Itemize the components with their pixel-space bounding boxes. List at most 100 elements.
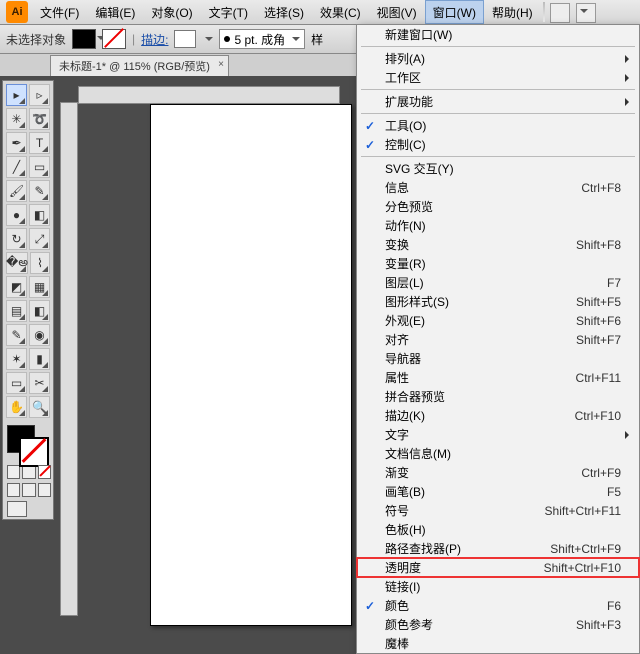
menu-item[interactable]: ✓控制(C): [357, 135, 639, 154]
stroke-color[interactable]: [19, 437, 49, 467]
gradient-mode[interactable]: [22, 465, 35, 479]
fill-stroke-control[interactable]: [5, 423, 49, 463]
menu-item[interactable]: 拼合器预览: [357, 387, 639, 406]
menu-item-shortcut: Ctrl+F10: [575, 409, 621, 423]
menu-item-label: 导航器: [385, 350, 421, 367]
stroke-swatch[interactable]: [102, 29, 126, 49]
draw-behind[interactable]: [22, 483, 35, 497]
graph-tool[interactable]: ▮: [29, 348, 50, 370]
menu-item[interactable]: 属性Ctrl+F11: [357, 368, 639, 387]
screen-mode[interactable]: [7, 501, 27, 517]
menu-item-label: 图形样式(S): [385, 293, 449, 310]
menu-item[interactable]: 色板(H): [357, 520, 639, 539]
menu-item[interactable]: 新建窗口(W): [357, 25, 639, 44]
menu-item[interactable]: 文字: [357, 425, 639, 444]
menu-item[interactable]: 文档信息(M): [357, 444, 639, 463]
direct-select-tool[interactable]: ▹: [29, 84, 50, 106]
menu-item[interactable]: SVG 交互(Y): [357, 159, 639, 178]
zoom-tool[interactable]: 🔍: [29, 396, 50, 418]
paintbrush-tool[interactable]: 🖌: [6, 180, 27, 202]
fill-swatch[interactable]: [72, 29, 96, 49]
magic-wand-tool[interactable]: ✳: [6, 108, 27, 130]
menu-item-shortcut: Shift+Ctrl+F11: [545, 504, 621, 518]
menu-item[interactable]: 导航器: [357, 349, 639, 368]
scale-tool[interactable]: ⤢: [29, 228, 50, 250]
menu-item[interactable]: ✓工具(O): [357, 116, 639, 135]
menu-item-label: 工作区: [385, 69, 421, 86]
menu-item[interactable]: 排列(A): [357, 49, 639, 68]
lasso-tool[interactable]: ➰: [29, 108, 50, 130]
line-tool[interactable]: ╱: [6, 156, 27, 178]
draw-inside[interactable]: [38, 483, 51, 497]
none-mode[interactable]: [38, 465, 51, 479]
ruler-horizontal: [78, 86, 340, 104]
menu-item[interactable]: 扩展功能: [357, 92, 639, 111]
menubar-item[interactable]: 文件(F): [32, 0, 87, 24]
bridge-icon[interactable]: [550, 3, 570, 23]
artboard-tool[interactable]: ▭: [6, 372, 27, 394]
menu-item[interactable]: 魔棒: [357, 634, 639, 653]
menu-item-label: 颜色: [385, 597, 409, 614]
menubar-item[interactable]: 视图(V): [369, 0, 425, 24]
menu-item[interactable]: 外观(E)Shift+F6: [357, 311, 639, 330]
symbol-spray-tool[interactable]: ✶: [6, 348, 27, 370]
menu-item[interactable]: 工作区: [357, 68, 639, 87]
menu-item[interactable]: 画笔(B)F5: [357, 482, 639, 501]
menu-item-shortcut: Shift+F3: [576, 618, 621, 632]
menu-item[interactable]: 变换Shift+F8: [357, 235, 639, 254]
slice-tool[interactable]: ✂: [29, 372, 50, 394]
menu-item[interactable]: 链接(I): [357, 577, 639, 596]
menu-item[interactable]: 变量(R): [357, 254, 639, 273]
menubar-item[interactable]: 效果(C): [312, 0, 369, 24]
eraser-tool[interactable]: ◧: [29, 204, 50, 226]
menu-item[interactable]: ✓颜色F6: [357, 596, 639, 615]
menubar-item[interactable]: 帮助(H): [484, 0, 541, 24]
gradient-tool[interactable]: ◧: [29, 300, 50, 322]
menubar-item[interactable]: 编辑(E): [87, 0, 143, 24]
shape-builder-tool[interactable]: ◩: [6, 276, 27, 298]
perspective-tool[interactable]: ▦: [29, 276, 50, 298]
close-icon[interactable]: ×: [218, 59, 224, 70]
document-tab[interactable]: 未标题-1* @ 115% (RGB/预览) ×: [50, 55, 229, 76]
menu-item[interactable]: 透明度Shift+Ctrl+F10: [357, 558, 639, 577]
menu-item[interactable]: 颜色参考Shift+F3: [357, 615, 639, 634]
mesh-tool[interactable]: ▤: [6, 300, 27, 322]
menu-item[interactable]: 信息Ctrl+F8: [357, 178, 639, 197]
draw-normal[interactable]: [7, 483, 20, 497]
menu-item[interactable]: 分色预览: [357, 197, 639, 216]
brush-preset[interactable]: 5 pt. 成角: [219, 29, 305, 49]
menu-item[interactable]: 路径查找器(P)Shift+Ctrl+F9: [357, 539, 639, 558]
blend-tool[interactable]: ◉: [29, 324, 50, 346]
selection-tool[interactable]: ▸: [6, 84, 27, 106]
menubar-item[interactable]: 选择(S): [256, 0, 312, 24]
menu-item[interactable]: 图层(L)F7: [357, 273, 639, 292]
hand-tool[interactable]: ✋: [6, 396, 27, 418]
warp-tool[interactable]: ⌇: [30, 252, 50, 274]
pen-tool[interactable]: ✒: [6, 132, 27, 154]
stroke-link[interactable]: 描边:: [141, 31, 168, 48]
stroke-weight-input[interactable]: [174, 30, 196, 48]
rotate-tool[interactable]: ↻: [6, 228, 27, 250]
chevron-down-icon[interactable]: [205, 37, 213, 45]
menu-item[interactable]: 符号Shift+Ctrl+F11: [357, 501, 639, 520]
artboard[interactable]: [150, 104, 352, 626]
menubar-item[interactable]: 窗口(W): [425, 0, 484, 24]
arrange-icon[interactable]: [576, 3, 596, 23]
menu-item[interactable]: 对齐Shift+F7: [357, 330, 639, 349]
menubar-item[interactable]: 文字(T): [201, 0, 256, 24]
app-icon: Ai: [6, 1, 28, 23]
color-mode[interactable]: [7, 465, 20, 479]
menu-item[interactable]: 图形样式(S)Shift+F5: [357, 292, 639, 311]
rectangle-tool[interactable]: ▭: [29, 156, 50, 178]
menu-item[interactable]: 动作(N): [357, 216, 639, 235]
pencil-tool[interactable]: ✎: [29, 180, 50, 202]
blob-tool[interactable]: ●: [6, 204, 27, 226]
type-tool[interactable]: T: [29, 132, 50, 154]
menu-item[interactable]: 描边(K) Ctrl+F10: [357, 406, 639, 425]
eyedropper-tool[interactable]: ✎: [6, 324, 27, 346]
width-tool[interactable]: �అ: [6, 252, 28, 274]
menu-item[interactable]: 渐变Ctrl+F9: [357, 463, 639, 482]
menu-item-label: 透明度: [385, 559, 421, 576]
menu-item-label: 描边(K): [385, 407, 425, 424]
menubar-item[interactable]: 对象(O): [143, 0, 200, 24]
